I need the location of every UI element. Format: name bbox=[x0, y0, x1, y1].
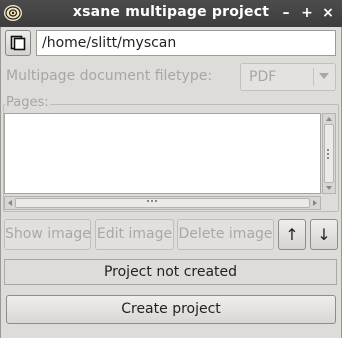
scroll-grip-icon bbox=[147, 200, 157, 204]
browse-project-button[interactable] bbox=[5, 30, 31, 56]
scroll-left-icon[interactable] bbox=[8, 200, 12, 206]
scrollbar-thumb[interactable] bbox=[15, 198, 310, 208]
maximize-button[interactable]: + bbox=[299, 4, 315, 22]
pages-label: Pages: bbox=[5, 95, 50, 110]
move-down-button[interactable]: ↓ bbox=[310, 219, 338, 250]
create-project-button[interactable]: Create project bbox=[6, 295, 336, 324]
pages-list[interactable] bbox=[4, 113, 321, 194]
title-bar: xsane multipage project – + × bbox=[0, 0, 342, 27]
arrow-down-icon: ↓ bbox=[317, 225, 331, 244]
combo-separator bbox=[313, 68, 314, 86]
scroll-down-icon[interactable] bbox=[326, 186, 332, 190]
chevron-down-icon bbox=[319, 73, 329, 79]
pages-vertical-scrollbar[interactable] bbox=[322, 113, 336, 194]
scroll-right-icon[interactable] bbox=[313, 200, 317, 206]
delete-image-button[interactable]: Delete image bbox=[177, 219, 274, 250]
scroll-up-icon[interactable] bbox=[326, 117, 332, 121]
filetype-selected-value: PDF bbox=[249, 69, 277, 85]
filetype-label: Multipage document filetype: bbox=[6, 68, 213, 84]
move-up-button[interactable]: ↑ bbox=[278, 219, 306, 250]
minimize-button[interactable]: – bbox=[278, 4, 294, 22]
scroll-grip-icon bbox=[327, 149, 331, 159]
project-path-input[interactable]: /home/slitt/myscan bbox=[36, 30, 336, 56]
show-image-button[interactable]: Show image bbox=[4, 219, 91, 250]
pages-horizontal-scrollbar[interactable] bbox=[4, 196, 321, 210]
filetype-select[interactable]: PDF bbox=[240, 63, 336, 91]
edit-image-button[interactable]: Edit image bbox=[95, 219, 174, 250]
arrow-up-icon: ↑ bbox=[285, 225, 299, 244]
project-status: Project not created bbox=[4, 259, 337, 285]
close-button[interactable]: × bbox=[320, 4, 336, 22]
